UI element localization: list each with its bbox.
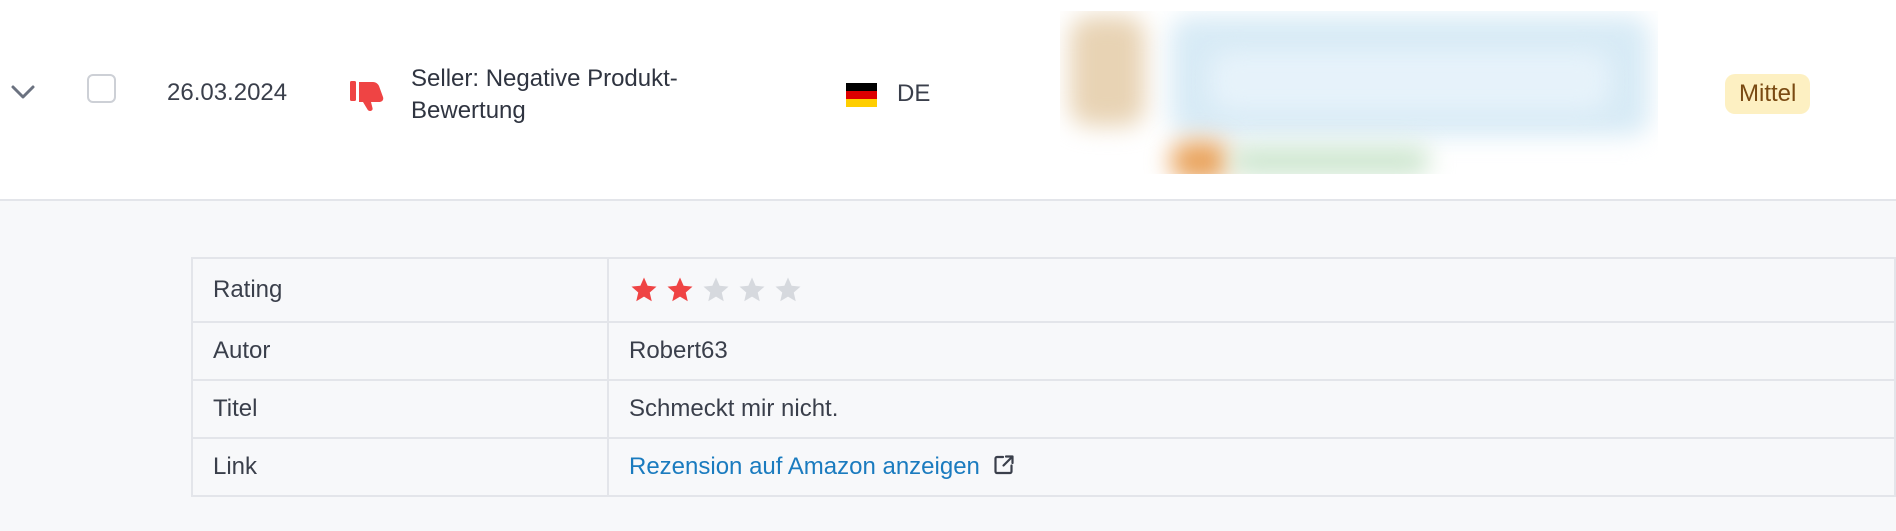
alert-type-label: Seller: Negative Produkt-Bewertung	[411, 65, 678, 124]
severity-badge: Mittel	[1725, 74, 1811, 114]
review-details-table: Rating Autor Robert63 Titel Schmeckt mir…	[191, 257, 1896, 497]
product-image	[1060, 11, 1658, 174]
table-row: Rating	[191, 257, 1896, 323]
link-cell: Rezension auf Amazon anzeigen	[607, 437, 1896, 497]
alert-row[interactable]: 26.03.2024 Seller: Negative Produkt-Bewe…	[0, 0, 1896, 201]
table-row: Titel Schmeckt mir nicht.	[191, 379, 1896, 439]
rating-label: Rating	[191, 257, 609, 323]
chevron-down-icon[interactable]	[10, 84, 36, 100]
thumbs-down-icon	[350, 81, 384, 111]
title-value: Schmeckt mir nicht.	[607, 379, 1896, 439]
row-checkbox[interactable]	[87, 74, 116, 103]
germany-flag-icon	[846, 83, 877, 107]
author-value: Robert63	[607, 321, 1896, 381]
star-filled-icon	[631, 277, 657, 302]
link-label: Link	[191, 437, 609, 497]
rating-stars	[629, 275, 1874, 305]
amazon-review-link[interactable]: Rezension auf Amazon anzeigen	[629, 453, 980, 480]
title-label: Titel	[191, 379, 609, 439]
star-empty-icon	[739, 277, 765, 302]
table-row: Autor Robert63	[191, 321, 1896, 381]
table-row: Link Rezension auf Amazon anzeigen	[191, 437, 1896, 497]
external-link-icon[interactable]	[992, 453, 1016, 477]
rating-value	[607, 257, 1896, 323]
author-label: Autor	[191, 321, 609, 381]
country-code: DE	[897, 80, 931, 107]
star-empty-icon	[775, 277, 801, 302]
star-filled-icon	[667, 277, 693, 302]
star-empty-icon	[703, 277, 729, 302]
alert-date: 26.03.2024	[167, 79, 288, 106]
